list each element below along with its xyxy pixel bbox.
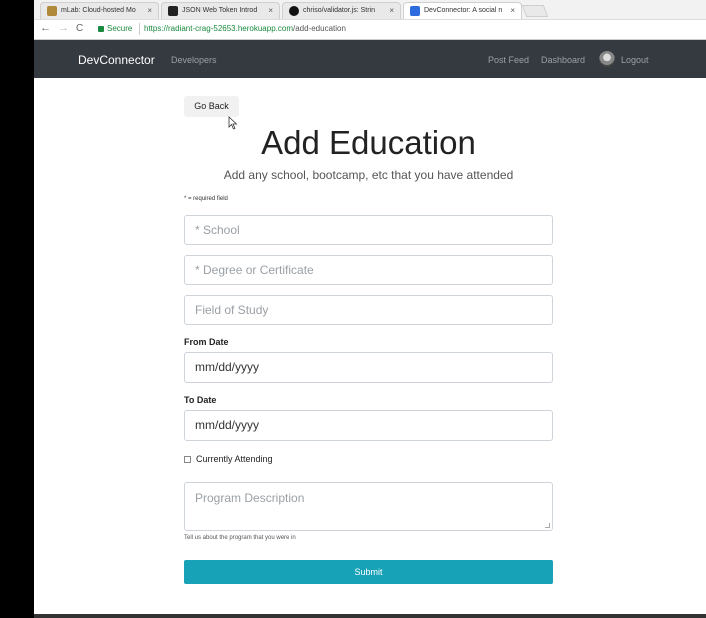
github-favicon-icon (289, 6, 299, 16)
page-lead: Add any school, bootcamp, etc that you h… (223, 168, 514, 182)
description-textarea[interactable]: Program Description (184, 482, 553, 531)
nav-post-feed-link[interactable]: Post Feed (488, 55, 529, 65)
field-of-study-input[interactable]: Field of Study (184, 295, 553, 325)
description-placeholder: Program Description (195, 491, 305, 505)
forward-arrow-icon[interactable]: → (58, 22, 69, 34)
nav-dashboard-link[interactable]: Dashboard (541, 55, 585, 65)
nav-logout-link[interactable]: Logout (621, 55, 649, 65)
lock-icon (98, 26, 104, 32)
tab-label: mLab: Cloud-hosted Mo (61, 7, 136, 14)
page-title: Add Education (261, 124, 476, 161)
browser-chrome: mLab: Cloud-hosted Mo × JSON Web Token I… (34, 0, 706, 40)
browser-tab-mlab[interactable]: mLab: Cloud-hosted Mo × (40, 2, 159, 19)
navbar: DevConnector Developers Post Feed Dashbo… (34, 40, 706, 78)
from-date-label: From Date (184, 337, 229, 347)
tab-label: chriso/validator.js: Strin (303, 7, 375, 14)
description-help-text: Tell us about the program that you were … (184, 535, 296, 541)
reload-icon[interactable]: C (76, 23, 83, 34)
required-note: * = required field (184, 196, 228, 202)
secure-label: Secure (107, 24, 133, 33)
tab-close-icon[interactable]: × (268, 3, 273, 19)
brand-link[interactable]: DevConnector (78, 53, 155, 67)
mlab-favicon-icon (47, 6, 57, 16)
jwt-favicon-icon (168, 6, 178, 16)
browser-tab-github[interactable]: chriso/validator.js: Strin × (282, 2, 401, 19)
degree-input[interactable]: * Degree or Certificate (184, 255, 553, 285)
to-date-label: To Date (184, 395, 217, 405)
to-date-input[interactable]: mm/dd/yyyy (184, 410, 553, 441)
devconnector-favicon-icon (410, 6, 420, 16)
new-tab-button[interactable] (521, 5, 549, 17)
current-checkbox[interactable] (184, 456, 191, 463)
tab-label: JSON Web Token Introd (182, 7, 258, 14)
tab-close-icon[interactable]: × (510, 3, 515, 19)
current-checkbox-label[interactable]: Currently Attending (196, 454, 273, 464)
back-arrow-icon[interactable]: ← (40, 22, 51, 34)
avatar (599, 51, 615, 67)
browser-tab-devconnector[interactable]: DevConnector: A social n × (403, 2, 522, 19)
go-back-button[interactable]: Go Back (184, 96, 239, 117)
url-path: /add-education (292, 24, 346, 33)
url-host: https://radiant-crag-52653.herokuapp.com (144, 24, 293, 33)
url-field[interactable]: https://radiant-crag-52653.herokuapp.com… (144, 24, 346, 33)
resize-handle-icon[interactable] (545, 523, 550, 528)
screen: mLab: Cloud-hosted Mo × JSON Web Token I… (0, 0, 706, 618)
tab-close-icon[interactable]: × (147, 3, 152, 19)
submit-button[interactable]: Submit (184, 560, 553, 584)
page: DevConnector Developers Post Feed Dashbo… (34, 40, 706, 618)
tab-close-icon[interactable]: × (389, 3, 394, 19)
nav-developers-link[interactable]: Developers (171, 55, 217, 65)
from-date-input[interactable]: mm/dd/yyyy (184, 352, 553, 383)
address-bar: ← → C Secure https://radiant-crag-52653.… (34, 20, 706, 40)
divider (139, 23, 140, 35)
divider (34, 614, 706, 618)
browser-tab-jwt[interactable]: JSON Web Token Introd × (161, 2, 280, 19)
tab-label: DevConnector: A social n (424, 7, 502, 14)
school-input[interactable]: * School (184, 215, 553, 245)
tab-strip: mLab: Cloud-hosted Mo × JSON Web Token I… (34, 0, 706, 20)
